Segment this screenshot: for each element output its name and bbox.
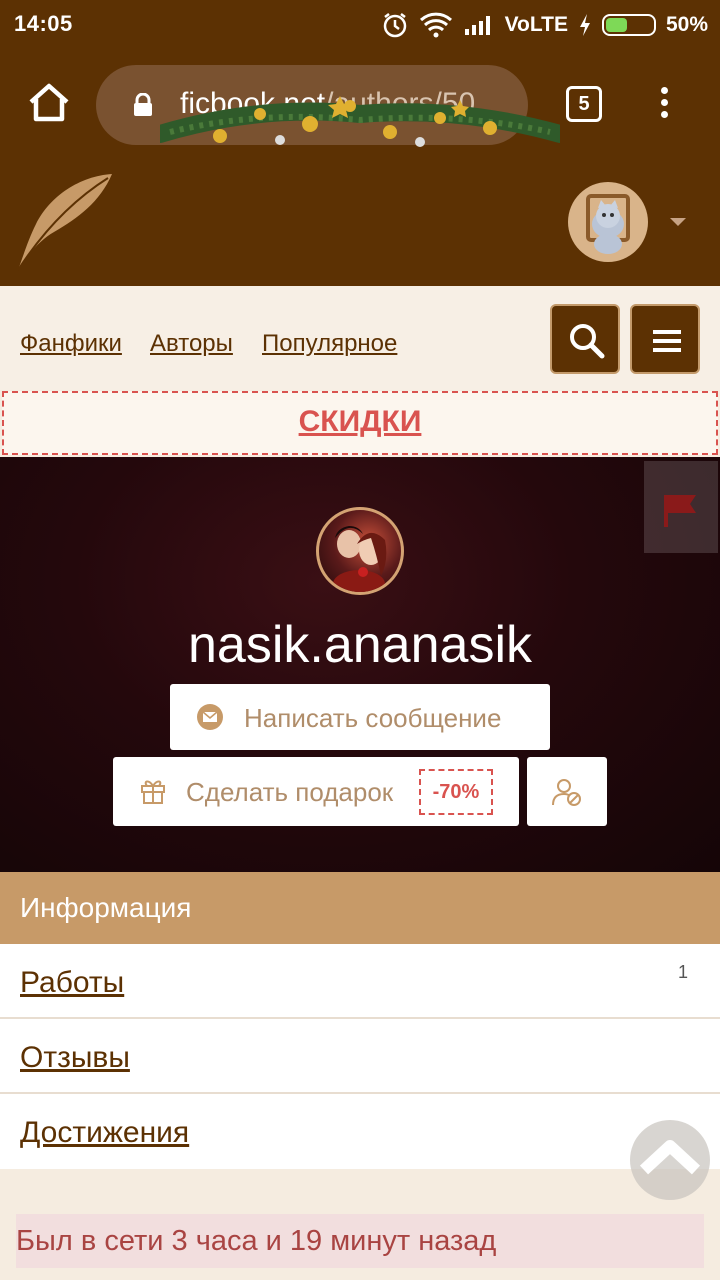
- works-count: 1: [677, 962, 688, 982]
- last-seen-alert: Был в сети 3 часа и 19 минут назад: [16, 1214, 704, 1268]
- chevron-up-icon: [639, 1140, 701, 1175]
- search-button[interactable]: [550, 304, 620, 374]
- profile-username: nasik.ananasik: [188, 616, 532, 674]
- tabs-icon[interactable]: 5: [566, 86, 602, 122]
- alarm-icon: [383, 13, 406, 38]
- nav-authors[interactable]: Авторы: [150, 330, 233, 358]
- send-gift-button[interactable]: Сделать подарок -70%: [113, 757, 519, 826]
- works-link[interactable]: Работы: [20, 966, 124, 1000]
- flag-icon: [664, 495, 696, 527]
- scroll-to-top-button[interactable]: [630, 1120, 710, 1200]
- profile-header: nasik.ananasik Написать сообщение Сделат…: [0, 457, 720, 872]
- sales-link[interactable]: СКИДКИ: [299, 405, 422, 439]
- report-button[interactable]: [644, 461, 718, 553]
- wifi-icon: [419, 12, 452, 38]
- gift-discount-badge: -70%: [419, 769, 493, 815]
- nav-fanfics[interactable]: Фанфики: [20, 330, 122, 358]
- site-header: [0, 160, 720, 286]
- tab-count: 5: [578, 93, 590, 115]
- feather-logo[interactable]: [10, 166, 120, 276]
- reviews-link[interactable]: Отзывы: [20, 1041, 130, 1075]
- search-icon: [570, 324, 605, 359]
- last-seen-text: Был в сети 3 часа и 19 минут назад: [16, 1225, 497, 1257]
- nav-popular[interactable]: Популярное: [262, 330, 397, 358]
- home-icon[interactable]: [24, 78, 74, 128]
- info-title: Информация: [20, 892, 192, 923]
- gift-icon: [141, 780, 165, 804]
- signal-icon: [464, 16, 490, 35]
- charging-icon: [579, 14, 590, 36]
- battery-icon: [601, 14, 656, 36]
- chevron-down-icon[interactable]: [670, 218, 686, 226]
- info-list: Работы 1 Отзывы Достижения: [0, 944, 720, 1169]
- status-bar: 14:05 VoLTE 50%: [0, 0, 720, 50]
- status-time: 14:05: [14, 11, 73, 36]
- menu-icon: [653, 330, 681, 352]
- status-icons: VoLTE 50%: [381, 8, 708, 42]
- site-nav: Фанфики Авторы Популярное: [0, 286, 720, 390]
- list-item: Работы 1: [0, 944, 720, 1019]
- ignore-user-button[interactable]: [527, 757, 607, 826]
- menu-button[interactable]: [630, 304, 700, 374]
- ignore-user-icon: [552, 779, 581, 806]
- sales-banner: СКИДКИ: [2, 391, 718, 455]
- garland-decoration: [160, 96, 560, 147]
- user-avatar[interactable]: [568, 182, 648, 262]
- send-message-button[interactable]: Написать сообщение: [170, 684, 550, 750]
- more-icon[interactable]: [650, 84, 678, 124]
- envelope-icon: [197, 704, 223, 730]
- send-message-label: Написать сообщение: [244, 703, 502, 733]
- battery-percent: 50%: [665, 13, 708, 36]
- achievements-link[interactable]: Достижения: [20, 1116, 189, 1150]
- send-gift-label: Сделать подарок: [186, 777, 394, 807]
- info-header: Информация: [0, 872, 720, 944]
- network-label: VoLTE: [504, 13, 568, 36]
- lock-icon: [134, 93, 152, 116]
- profile-avatar[interactable]: [316, 507, 404, 595]
- list-item: Достижения: [0, 1094, 720, 1169]
- list-item: Отзывы: [0, 1019, 720, 1094]
